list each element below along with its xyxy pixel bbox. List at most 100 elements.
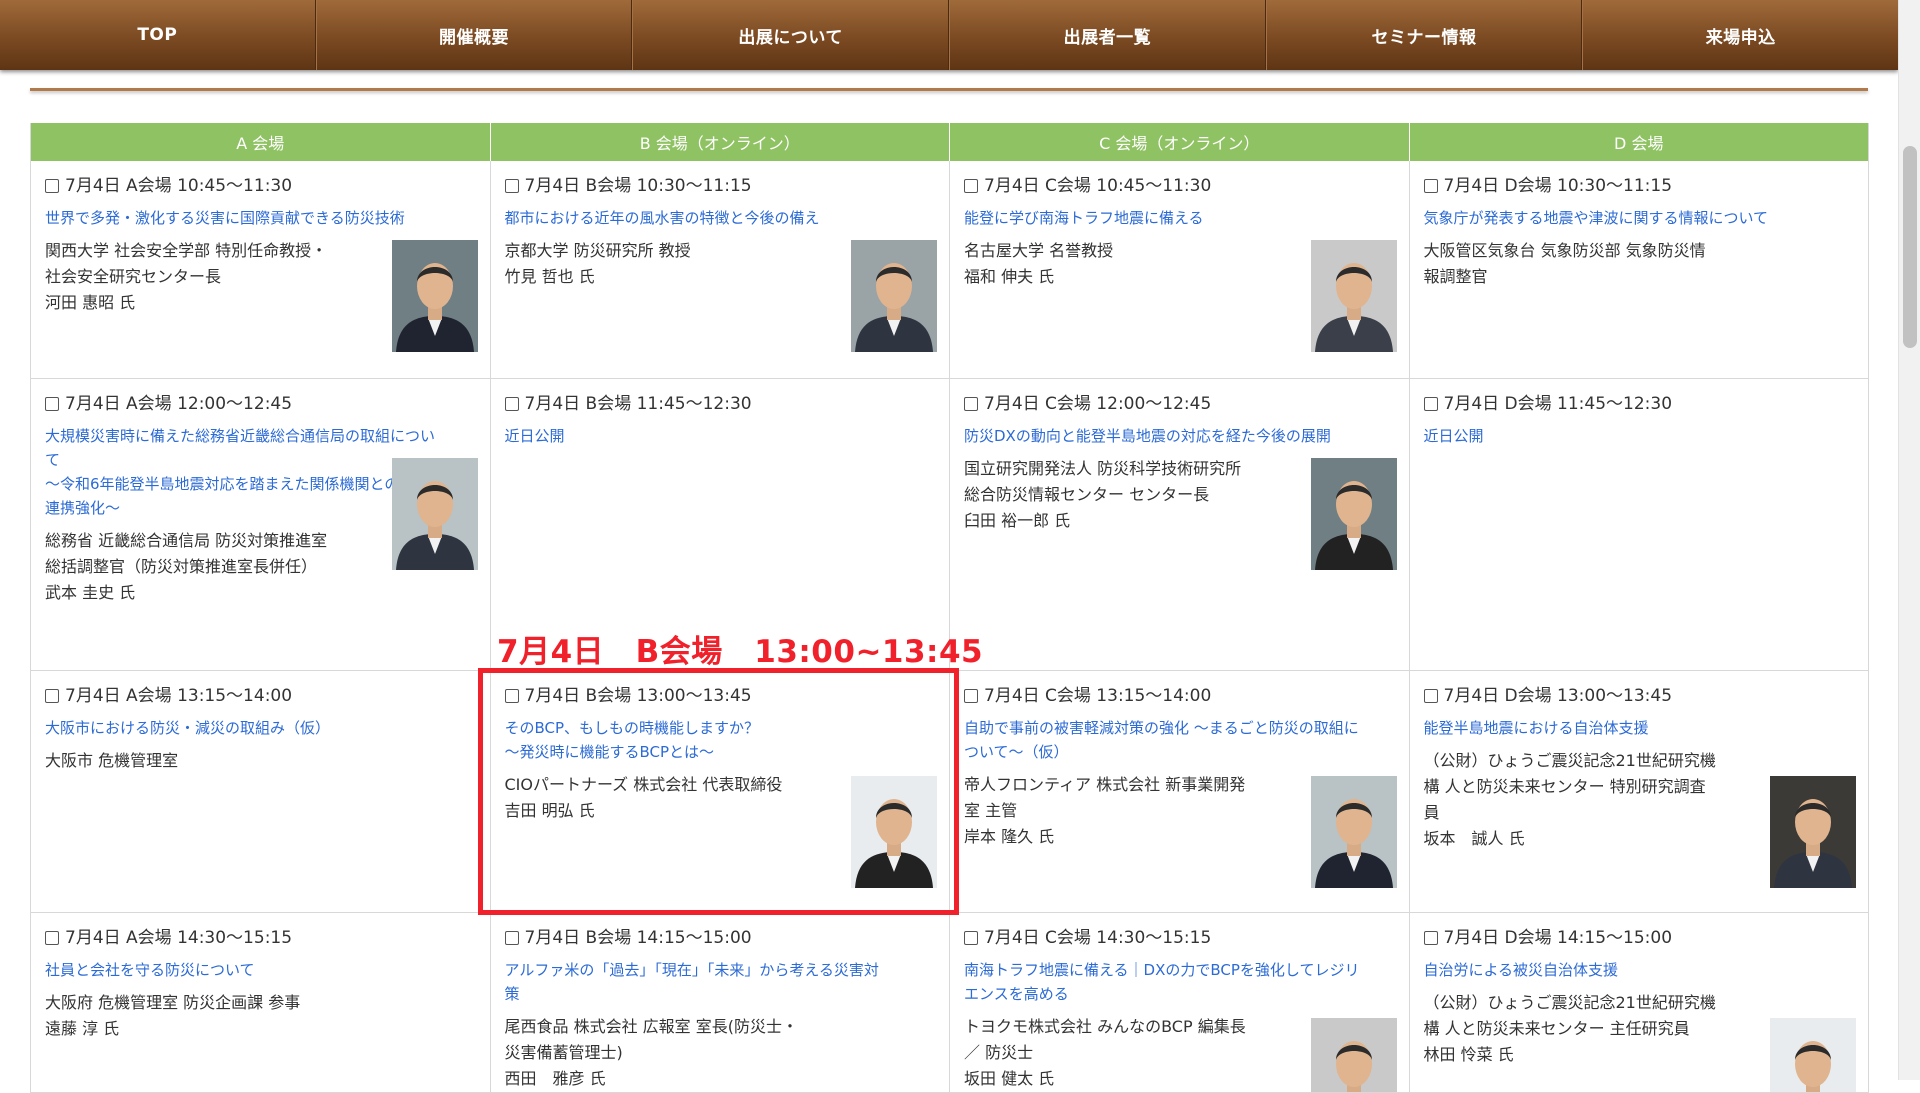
session-title-line: 社員と会社を守る防災について (45, 961, 255, 979)
session-time-label: 7月4日 D会場 11:45～12:30 (1443, 394, 1673, 414)
speaker-line: （公財）ひょうご震災記念21世紀研究機 (1423, 751, 1716, 770)
session-cell: 7月4日 D会場 10:30～11:15 気象庁が発表する地震や津波に関する情報に… (1410, 161, 1869, 378)
speaker-line: 災害備蓄管理士) (504, 1043, 623, 1062)
speaker-line: 林田 怜菜 氏 (1423, 1045, 1514, 1064)
speaker-line: 帝人フロンティア 株式会社 新事業開発 (964, 775, 1246, 794)
scrollbar-thumb[interactable] (1903, 146, 1917, 348)
nav-item-3[interactable]: 出展者一覧 (949, 0, 1266, 70)
speaker-photo (391, 458, 478, 570)
speaker-line: 構 人と防災未来センター 主任研究員 (1423, 1019, 1690, 1038)
nav-item-0[interactable]: TOP (0, 0, 316, 70)
session-title-link[interactable]: 大阪市における防災・減災の取組み（仮） (45, 716, 476, 740)
session-cell: 7月4日 C会場 14:30～15:15 南海トラフ地震に備える｜DXの力でBCP… (950, 913, 1410, 1092)
speaker-line: 総務省 近畿総合通信局 防災対策推進室 (45, 531, 328, 550)
session-checkbox[interactable] (45, 179, 59, 193)
nav-item-4[interactable]: セミナー情報 (1265, 0, 1583, 70)
session-checkbox[interactable] (964, 179, 978, 193)
speaker-line: 総括調整官（防災対策推進室長併任） (45, 557, 318, 576)
session-title-link[interactable]: 都市における近年の風水害の特徴と今後の備え (505, 206, 936, 230)
page-scrollbar[interactable] (1898, 0, 1920, 1080)
speaker-line: 社会安全研究センター長 (45, 267, 222, 286)
session-title-line: 自助で事前の被害軽減対策の強化 ～まるごと防災の取組に (964, 719, 1359, 737)
session-slot: 7月4日 D会場 13:00～13:45 (1423, 685, 1855, 707)
session-checkbox[interactable] (1423, 931, 1438, 945)
speaker-line: 大阪府 危機管理室 防災企画課 参事 (45, 993, 301, 1012)
session-slot: 7月4日 D会場 14:15～15:00 (1423, 927, 1855, 949)
speaker-photo (1770, 1018, 1856, 1092)
speaker-line: 河田 惠昭 氏 (45, 293, 136, 312)
highlight-label: 7月4日 B会場 13:00~13:45 (497, 634, 984, 670)
session-title-link[interactable]: 近日公開 (1424, 424, 1855, 448)
speaker-photo (1770, 776, 1856, 888)
session-slot: 7月4日 C会場 12:00～12:45 (964, 393, 1395, 415)
session-title-line: アルファ米の「過去」「現在」「未来」から考える災害対 (504, 961, 879, 979)
speaker-info: 大阪府 危機管理室 防災企画課 参事 遠藤 淳 氏 (45, 990, 476, 1042)
speaker-line: 室 主管 (964, 801, 1018, 820)
session-checkbox[interactable] (1423, 397, 1438, 411)
session-time-label: 7月4日 D会場 10:30～11:15 (1443, 176, 1673, 196)
session-checkbox[interactable] (45, 397, 59, 411)
session-checkbox[interactable] (1423, 179, 1438, 193)
speaker-line: 国立研究開発法人 防災科学技術研究所 (964, 459, 1242, 478)
session-checkbox[interactable] (964, 397, 978, 411)
nav-item-2[interactable]: 出展について (632, 0, 950, 70)
session-checkbox[interactable] (504, 397, 519, 411)
speaker-photo (391, 240, 478, 352)
session-title-link[interactable]: 自治労による被災自治体支援 (1424, 958, 1855, 982)
speaker-photo (1310, 776, 1397, 888)
speaker-line: 武本 圭史 氏 (45, 583, 136, 602)
nav-item-1[interactable]: 開催概要 (315, 0, 633, 70)
session-title-link[interactable]: 南海トラフ地震に備える｜DXの力でBCPを強化してレジリ エンスを高める (964, 958, 1395, 1006)
session-cell: 7月4日 B会場 10:30～11:15 都市における近年の風水害の特徴と今後の備… (491, 161, 950, 378)
session-title-link[interactable]: 気象庁が発表する地震や津波に関する情報について (1424, 206, 1855, 230)
session-checkbox[interactable] (964, 689, 978, 703)
session-title-line: ついて～（仮） (964, 743, 1069, 761)
session-slot: 7月4日 D会場 11:45～12:30 (1423, 393, 1855, 415)
session-slot: 7月4日 C会場 10:45～11:30 (964, 175, 1395, 197)
speaker-line: 総合防災情報センター センター長 (964, 485, 1210, 504)
session-title-line: 能登に学び南海トラフ地震に備える (964, 209, 1204, 227)
speaker-line: 名古屋大学 名誉教授 (964, 241, 1114, 260)
speaker-line: 西田 雅彦 氏 (504, 1069, 606, 1088)
speaker-line: 福和 伸夫 氏 (964, 267, 1055, 286)
session-checkbox[interactable] (1423, 689, 1438, 703)
session-checkbox[interactable] (964, 931, 978, 945)
nav-item-5[interactable]: 来場申込 (1582, 0, 1898, 70)
session-title-link[interactable]: 社員と会社を守る防災について (45, 958, 476, 982)
session-slot: 7月4日 C会場 14:30～15:15 (964, 927, 1395, 949)
session-time-label: 7月4日 A会場 13:15～14:00 (65, 686, 293, 706)
session-title-link[interactable]: 能登半島地震における自治体支援 (1424, 716, 1855, 740)
session-cell: 7月4日 A会場 12:00～12:45 大規模災害時に備えた総務省近畿総合通信局… (31, 379, 491, 670)
speaker-photo (1310, 240, 1397, 352)
session-title-line: 大規模災害時に備えた総務省近畿総合通信局の取組につい (45, 427, 436, 445)
session-title-link[interactable]: 能登に学び南海トラフ地震に備える (964, 206, 1395, 230)
session-checkbox[interactable] (504, 179, 519, 193)
venue-header-c: C 会場（オンライン） (950, 123, 1410, 161)
session-checkbox[interactable] (504, 931, 519, 945)
nav-divider-rule (30, 88, 1868, 91)
speaker-photo (1310, 458, 1397, 570)
session-title-link[interactable]: 防災DXの動向と能登半島地震の対応を経た今後の展開 (964, 424, 1395, 448)
session-time-label: 7月4日 C会場 14:30～15:15 (984, 928, 1212, 948)
speaker-line: 竹見 哲也 氏 (504, 267, 595, 286)
session-slot: 7月4日 C会場 13:15～14:00 (964, 685, 1395, 707)
speaker-photo (1310, 1018, 1397, 1092)
session-time-label: 7月4日 D会場 13:00～13:45 (1443, 686, 1673, 706)
session-checkbox[interactable] (45, 931, 59, 945)
speaker-line: 構 人と防災未来センター 特別研究調査 (1423, 777, 1706, 796)
session-title-link[interactable]: 世界で多発・激化する災害に国際貢献できる防災技術 (45, 206, 476, 230)
session-slot: 7月4日 B会場 11:45～12:30 (504, 393, 936, 415)
session-title-link[interactable]: 近日公開 (505, 424, 936, 448)
session-time-label: 7月4日 B会場 11:45～12:30 (524, 394, 752, 414)
speaker-line: 京都大学 防災研究所 教授 (504, 241, 691, 260)
session-cell: 7月4日 D会場 13:00～13:45 能登半島地震における自治体支援 （公財）ひ… (1410, 671, 1869, 912)
speaker-info: 大阪市 危機管理室 (45, 748, 476, 774)
speaker-line: ／ 防災士 (964, 1043, 1034, 1062)
session-checkbox[interactable] (45, 689, 59, 703)
session-title-link[interactable]: アルファ米の「過去」「現在」「未来」から考える災害対策 (505, 958, 936, 1006)
session-title-link[interactable]: 自助で事前の被害軽減対策の強化 ～まるごと防災の取組に ついて～（仮） (964, 716, 1395, 764)
session-cell: 7月4日 A会場 14:30～15:15 社員と会社を守る防災について 大阪府 危機… (31, 913, 491, 1092)
session-time-label: 7月4日 A会場 12:00～12:45 (65, 394, 293, 414)
session-title-line: 気象庁が発表する地震や津波に関する情報について (1423, 209, 1769, 227)
speaker-line: 坂本 誠人 氏 (1423, 829, 1525, 848)
